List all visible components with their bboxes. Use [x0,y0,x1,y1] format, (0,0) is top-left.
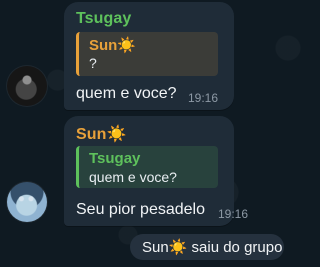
quote-sender-tsugay: Tsugay [89,150,141,167]
avatar-anime[interactable] [7,182,47,222]
message-text: Seu pior pesadelo [76,201,205,218]
sender-tsugay: Tsugay [76,10,132,27]
sender-sun: Sun☀️ [76,126,127,143]
message-bubble-tsugay[interactable]: Tsugay Sun☀️ ? quem e voce? 19:16 [64,2,234,110]
quote-text: ? [89,55,97,71]
message-time: 19:16 [188,91,219,105]
system-notice: Sun☀️ saiu do grupo [130,234,284,260]
message-time: 19:16 [218,207,249,221]
reply-quote-sun[interactable]: Sun☀️ ? [76,32,218,76]
avatar-dark-hood[interactable] [7,66,47,106]
quote-sender-sun: Sun☀️ [89,37,137,54]
reply-quote-tsugay[interactable]: Tsugay quem e voce? [76,146,218,188]
quote-text: quem e voce? [89,169,177,185]
message-text: quem e voce? [76,85,177,102]
system-notice-text: Sun☀️ saiu do grupo [142,239,283,256]
message-bubble-sun[interactable]: Sun☀️ Tsugay quem e voce? Seu pior pesad… [64,116,248,226]
